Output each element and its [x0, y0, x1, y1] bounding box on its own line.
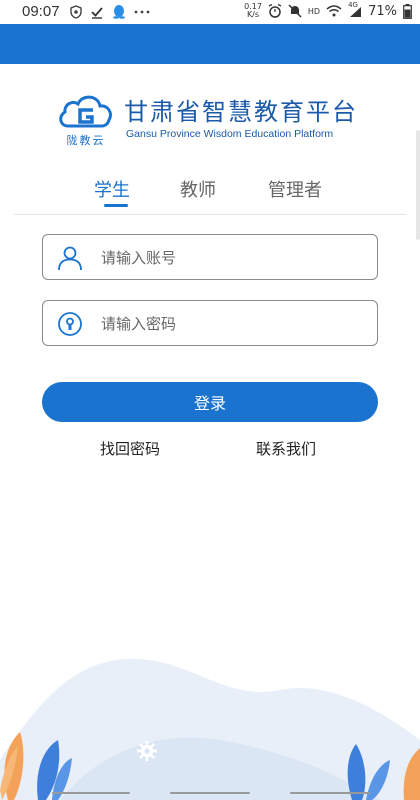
- shield-icon: [70, 4, 82, 19]
- check-icon: [91, 6, 103, 19]
- active-tab-indicator: [104, 204, 128, 207]
- app-bar: [0, 24, 420, 64]
- brand-header: 陇教云 甘肃省智慧教育平台 Gansu Province Wisdom Educ…: [56, 90, 376, 150]
- mute-icon: [288, 4, 302, 18]
- hd-label: HD: [307, 6, 321, 16]
- footer-illustration: [0, 658, 420, 800]
- recover-password-link[interactable]: 找回密码: [100, 438, 160, 459]
- user-icon: [58, 246, 82, 271]
- battery-percent: 71%: [368, 3, 397, 19]
- status-left-icons: [70, 4, 150, 19]
- status-time: 09:07: [22, 3, 60, 20]
- account-field[interactable]: [42, 234, 378, 280]
- contact-us-link[interactable]: 联系我们: [256, 438, 316, 459]
- lock-icon: [58, 312, 82, 336]
- alarm-icon: [268, 4, 282, 18]
- tab-student[interactable]: 学生: [94, 176, 130, 202]
- logo-text: 陇教云: [66, 134, 106, 147]
- nav-home[interactable]: [170, 792, 250, 794]
- tab-teacher[interactable]: 教师: [180, 176, 216, 202]
- password-field[interactable]: [42, 300, 378, 346]
- tabs-divider: [14, 214, 406, 215]
- wifi-icon: [326, 5, 342, 17]
- account-input[interactable]: [99, 243, 363, 273]
- nav-back[interactable]: [52, 792, 130, 794]
- tab-admin[interactable]: 管理者: [268, 176, 322, 202]
- role-tabs: 学生 教师 管理者: [0, 176, 420, 214]
- platform-subtitle: Gansu Province Wisdom Education Platform: [126, 128, 334, 140]
- scrollbar[interactable]: [416, 130, 420, 240]
- gear-icon[interactable]: [136, 740, 158, 762]
- net-speed-unit: K/s: [246, 10, 260, 19]
- login-button[interactable]: 登录: [42, 382, 378, 422]
- platform-title: 甘肃省智慧教育平台: [124, 98, 358, 126]
- nav-recent[interactable]: [290, 792, 370, 794]
- signal-icon: 4G: [348, 1, 362, 18]
- qq-icon: [113, 5, 125, 19]
- net-speed: 0.17 K/s: [244, 3, 262, 19]
- status-bar: 09:07 0.17 K/s HD 4G 71%: [0, 0, 420, 24]
- status-right-icons: 0.17 K/s HD 4G 71%: [244, 1, 412, 19]
- system-nav-bar: [0, 790, 420, 800]
- more-icon: [134, 10, 150, 13]
- password-input[interactable]: [99, 309, 363, 339]
- battery-icon: [403, 3, 412, 19]
